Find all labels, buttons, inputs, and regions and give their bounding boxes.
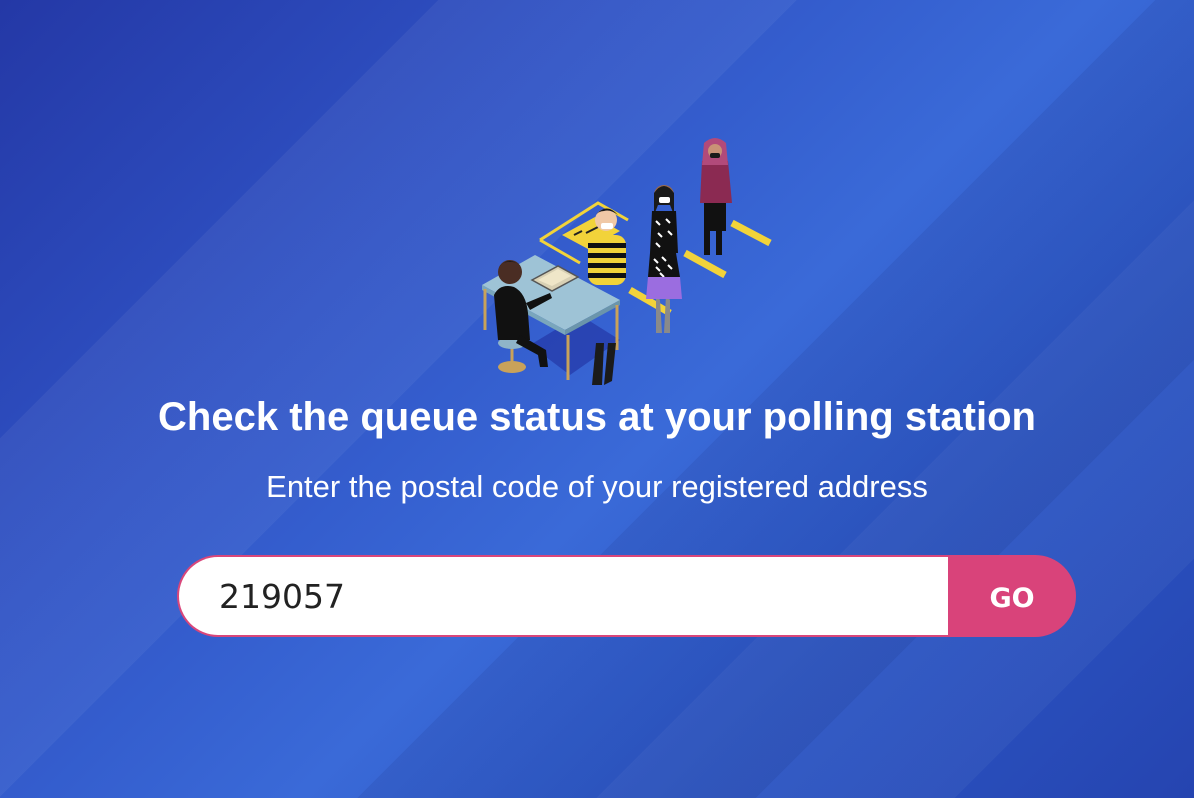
page-title: Check the queue status at your polling s… [158,395,1036,439]
page-subtitle: Enter the postal code of your registered… [266,469,928,504]
postal-code-input[interactable] [177,555,948,637]
postal-code-search-form: GO [177,555,1076,637]
go-button[interactable]: GO [948,555,1076,637]
polling-station-queue-illustration [470,135,780,385]
